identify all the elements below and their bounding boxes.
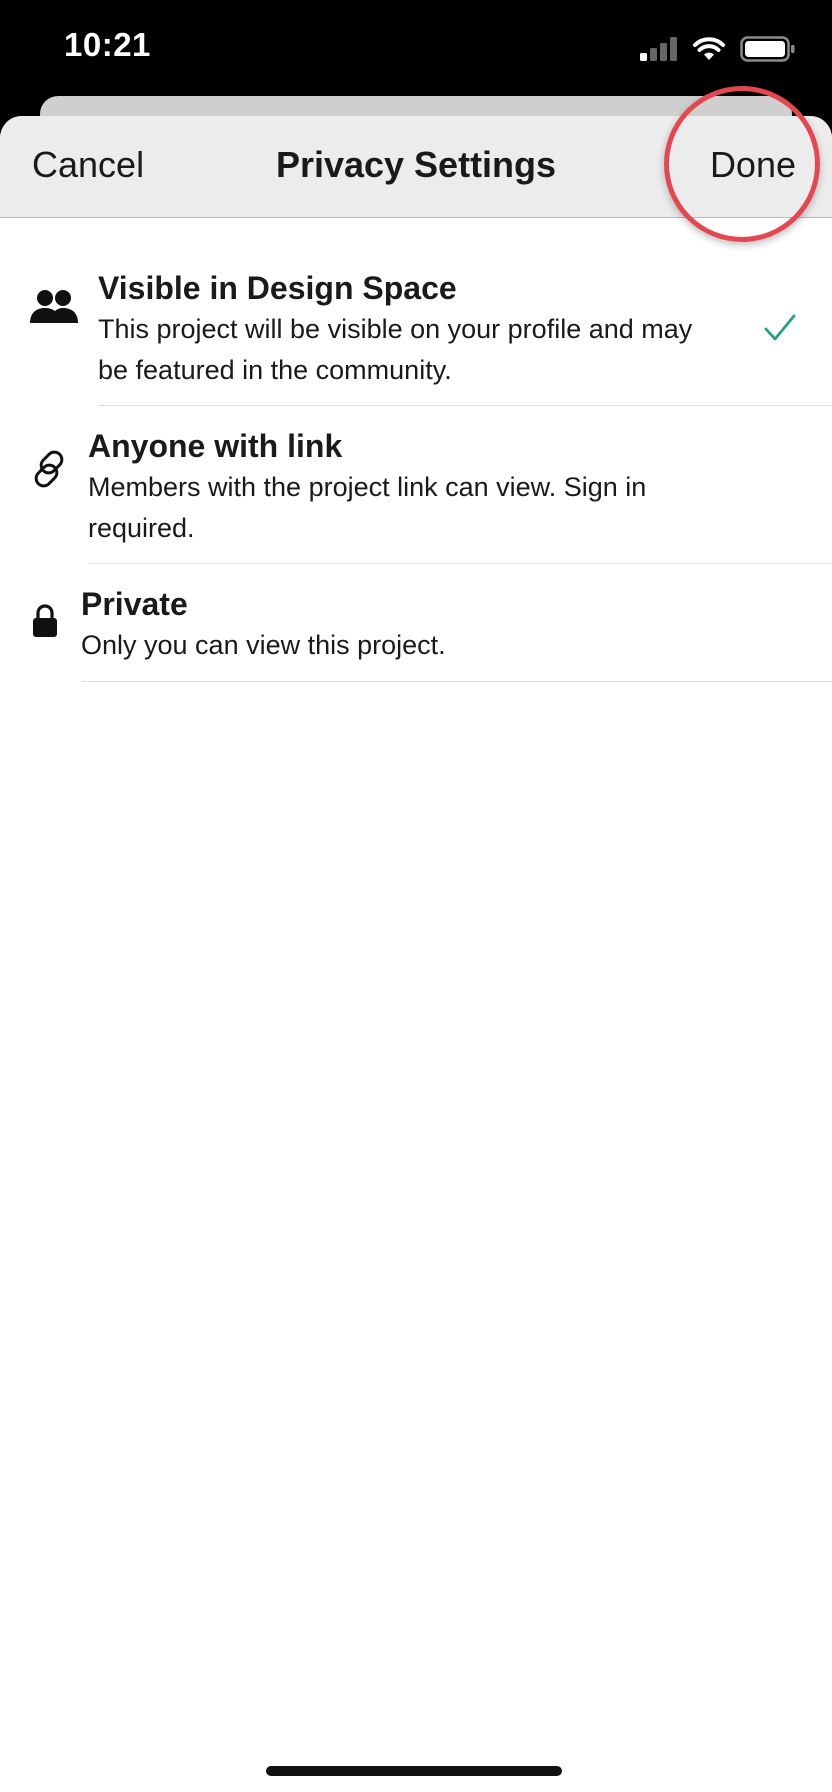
status-time: 10:21 [64,26,151,63]
option-title: Anyone with link [88,428,343,464]
option-text: Anyone with link Members with the projec… [88,426,832,564]
people-icon [30,288,78,324]
option-anyone-with-link[interactable]: Anyone with link Members with the projec… [0,426,832,564]
option-text: Visible in Design Space This project wil… [98,268,832,406]
battery-icon [740,36,795,62]
option-text: Private Only you can view this project. [81,584,832,682]
home-indicator [266,1766,562,1776]
option-private[interactable]: Private Only you can view this project. [0,584,832,682]
signal-icon [640,37,677,61]
status-icons [640,36,796,62]
option-description: This project will be visible on your pro… [98,314,693,385]
status-bar: 10:21 [0,0,832,100]
option-description: Members with the project link can view. … [88,472,647,543]
privacy-settings-sheet: Cancel Privacy Settings Done Visible in … [0,116,832,1792]
link-icon [30,450,68,488]
option-title: Visible in Design Space [98,270,457,306]
lock-icon [32,604,58,638]
wifi-icon [693,37,725,60]
page-title: Privacy Settings [275,144,557,185]
nav-bar: Cancel Privacy Settings Done [0,116,832,218]
option-description: Only you can view this project. [81,630,446,660]
checkmark-icon [764,314,796,347]
option-title: Private [81,586,188,622]
done-button[interactable]: Done [710,144,796,186]
option-visible-in-design-space[interactable]: Visible in Design Space This project wil… [0,268,832,406]
